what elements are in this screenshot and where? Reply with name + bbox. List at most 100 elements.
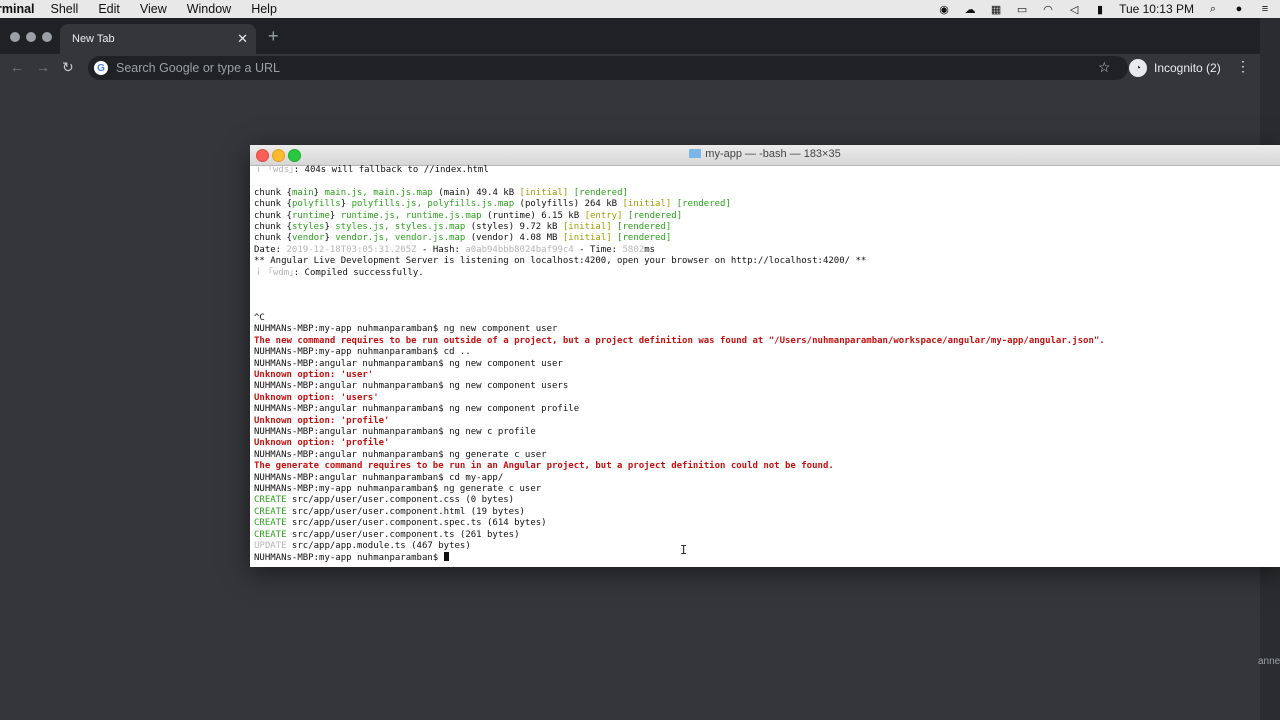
clock[interactable]: Tue 10:13 PM (1119, 2, 1194, 16)
reload-icon[interactable]: ↻ (62, 59, 74, 76)
terminal-text-segment: CREATE (254, 529, 287, 540)
terminal-text-segment: ｉ (254, 165, 269, 175)
terminal-text-segment: Unknown option: 'profile' (254, 415, 390, 426)
terminal-text-segment: NUHMANs-MBP:angular nuhmanparamban$ ng n… (254, 404, 580, 415)
terminal-line: CREATE src/app/user/user.component.css (… (254, 495, 1276, 506)
cloud-icon[interactable]: ☁ (963, 3, 977, 16)
terminal-text-segment: : Compiled successfully. (293, 267, 424, 278)
omnibox-search-input[interactable]: G Search Google or type a URL (88, 56, 1128, 80)
window-close-button[interactable] (10, 32, 20, 42)
terminal-text-segment: vendor (291, 233, 325, 244)
browser-toolbar: ← → ↻ G Search Google or type a URL ☆ ◔ … (0, 54, 1260, 82)
terminal-text-segment: NUHMANs-MBP:angular nuhmanparamban$ ng g… (254, 449, 547, 460)
terminal-text-segment: UPDATE (254, 540, 287, 551)
terminal-line: chunk {styles} styles.js, styles.js.map … (254, 222, 1276, 233)
terminal-line: UPDATE src/app/app.module.ts (467 bytes) (254, 541, 1276, 552)
terminal-line: chunk {vendor} vendor.js, vendor.js.map … (254, 233, 1276, 244)
terminal-text-segment: chunk { (254, 187, 292, 198)
terminal-text-segment: } (324, 221, 336, 232)
terminal-text-segment: [initial] (519, 187, 569, 198)
docker-icon[interactable]: ▦ (989, 3, 1003, 16)
terminal-text-segment: ^C (254, 313, 265, 324)
terminal-text-segment: [entry] (584, 210, 623, 221)
terminal-text-segment: polyfills (291, 199, 341, 210)
text-cursor-icon: I (680, 543, 688, 557)
terminal-line: chunk {main} main.js, main.js.map (main)… (254, 188, 1276, 199)
terminal-title-bar[interactable]: my-app — -bash — 183×35 (250, 145, 1280, 166)
menu-app-name[interactable]: rminal (0, 2, 35, 16)
menu-window[interactable]: Window (187, 2, 231, 16)
airplay-icon[interactable]: ▭ (1015, 3, 1029, 16)
terminal-line: The generate command requires to be run … (254, 461, 1276, 472)
terminal-line: Unknown option: 'profile' (254, 416, 1276, 427)
wifi-icon[interactable]: ◠ (1041, 3, 1055, 16)
terminal-text-segment: CREATE (254, 495, 287, 506)
terminal-text-segment: a0ab94bbb8024baf99c4 (465, 244, 574, 255)
terminal-text-segment: vendor.js, vendor.js.map (335, 233, 466, 244)
menu-view[interactable]: View (140, 2, 167, 16)
terminal-text-segment: The generate command requires to be run … (254, 461, 834, 472)
notification-center-icon[interactable]: ≡ (1258, 3, 1272, 15)
terminal-text-segment: ｉ (254, 267, 269, 278)
user-avatar-icon[interactable]: ● (1232, 3, 1246, 15)
terminal-output[interactable]: ｉ ｢wds｣: 404s will fallback to //index.h… (254, 165, 1276, 565)
window-minimize-button[interactable] (26, 32, 36, 42)
terminal-text-segment: (main) 49.4 kB (432, 187, 520, 198)
terminal-text-segment: runtime (291, 210, 330, 221)
spotlight-search-icon[interactable]: ⌕ (1206, 3, 1220, 15)
terminal-text-segment: } (340, 199, 352, 210)
forward-arrow-icon[interactable]: → (36, 59, 50, 75)
terminal-text-segment: chunk { (254, 210, 292, 221)
incognito-profile-button[interactable]: ◔ Incognito (2) (1129, 57, 1221, 79)
menu-shell[interactable]: Shell (51, 2, 79, 16)
terminal-line: NUHMANs-MBP:angular nuhmanparamban$ ng n… (254, 404, 1276, 415)
terminal-text-segment: NUHMANs-MBP:angular nuhmanparamban$ ng n… (254, 358, 563, 369)
terminal-text-segment: ｢wds｣ (268, 165, 294, 175)
terminal-line: ｉ ｢wdm｣: Compiled successfully. (254, 268, 1276, 279)
terminal-text-segment: NUHMANs-MBP:my-app nuhmanparamban$ cd .. (254, 347, 471, 358)
google-g-icon: G (94, 61, 108, 75)
terminal-text-segment: chunk { (254, 233, 292, 244)
terminal-text-segment: : 404s will fallback to //index.html (293, 165, 489, 175)
back-arrow-icon[interactable]: ← (10, 59, 24, 75)
terminal-text-segment: [rendered] (676, 199, 731, 210)
window-zoom-button[interactable] (42, 32, 52, 42)
terminal-text-segment: styles.js, styles.js.map (335, 221, 466, 232)
terminal-text-segment: (vendor) 4.08 MB (465, 233, 563, 244)
terminal-text-segment: polyfills.js, polyfills.js.map (351, 199, 515, 210)
menu-edit[interactable]: Edit (98, 2, 120, 16)
record-icon[interactable]: ◉ (937, 3, 951, 16)
battery-icon[interactable]: ▮ (1093, 3, 1107, 16)
terminal-line: NUHMANs-MBP:my-app nuhmanparamban$ ng ne… (254, 324, 1276, 335)
incognito-icon: ◔ (1129, 59, 1147, 77)
terminal-text-segment: chunk { (254, 221, 292, 232)
terminal-line: chunk {polyfills} polyfills.js, polyfill… (254, 199, 1276, 210)
tab-new-tab[interactable]: New Tab ✕ (60, 24, 256, 54)
terminal-text-segment: ｢wdm｣ (268, 267, 294, 278)
terminal-text-segment: src/app/user/user.component.css (0 bytes… (286, 495, 515, 506)
volume-icon[interactable]: ◁ (1067, 3, 1081, 16)
terminal-line: NUHMANs-MBP:my-app nuhmanparamban$ cd .. (254, 347, 1276, 358)
terminal-text-segment: [initial] (562, 221, 612, 232)
terminal-line: Unknown option: 'users' (254, 393, 1276, 404)
terminal-line: ** Angular Live Development Server is li… (254, 256, 1276, 267)
terminal-window[interactable]: my-app — -bash — 183×35 ｉ ｢wds｣: 404s wi… (250, 145, 1280, 567)
bookmark-star-icon[interactable]: ☆ (1098, 59, 1111, 76)
menu-bar: rminal Shell Edit View Window Help ◉ ☁ ▦… (0, 0, 1280, 18)
terminal-text-segment: CREATE (254, 518, 287, 529)
tab-close-icon[interactable]: ✕ (237, 31, 248, 47)
terminal-text-segment: } (313, 187, 325, 198)
terminal-text-segment: styles (291, 221, 325, 232)
terminal-line: NUHMANs-MBP:my-app nuhmanparamban$ (254, 552, 1276, 563)
menu-help[interactable]: Help (251, 2, 277, 16)
tab-strip: New Tab ✕ + (0, 18, 1260, 54)
chrome-menu-icon[interactable]: ⋮ (1236, 58, 1250, 75)
terminal-line: NUHMANs-MBP:angular nuhmanparamban$ ng n… (254, 359, 1276, 370)
terminal-text-segment: runtime.js, runtime.js.map (340, 210, 482, 221)
status-area: ◉ ☁ ▦ ▭ ◠ ◁ ▮ Tue 10:13 PM ⌕ ● ≡ (937, 0, 1272, 18)
terminal-text-segment: ** Angular Live Development Server is li… (254, 256, 867, 267)
new-tab-plus-icon[interactable]: + (268, 27, 279, 45)
terminal-text-segment: chunk { (254, 199, 292, 210)
